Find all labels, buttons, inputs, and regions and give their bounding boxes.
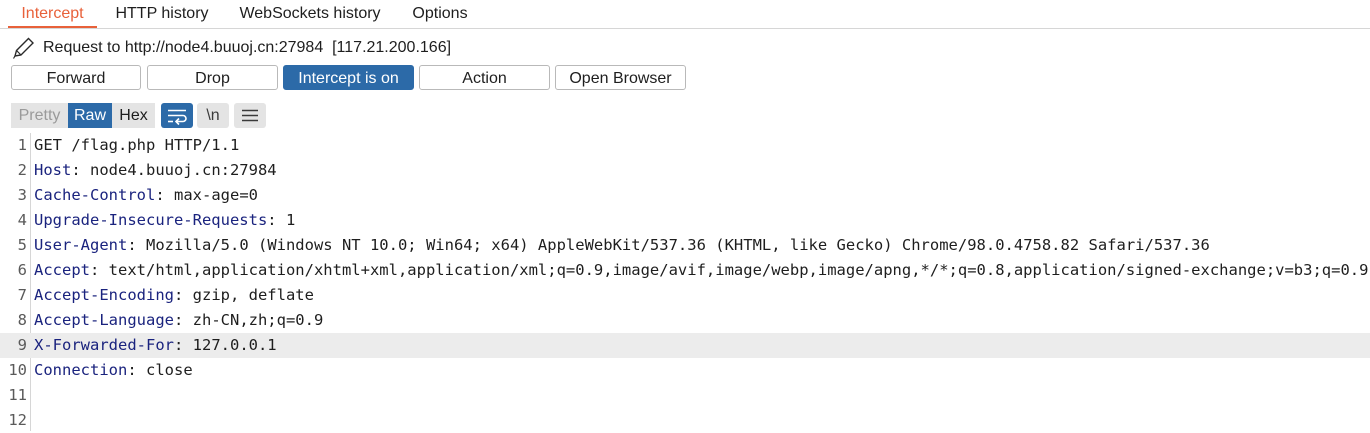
editor-line[interactable]: 3 Cache-Control: max-age=0 bbox=[0, 183, 1370, 208]
header-name: Accept-Encoding bbox=[34, 286, 174, 304]
header-value: GET /flag.php HTTP/1.1 bbox=[34, 136, 240, 154]
line-number: 2 bbox=[17, 161, 27, 179]
header-separator: : bbox=[127, 236, 146, 254]
tab-intercept[interactable]: Intercept bbox=[8, 0, 97, 28]
hamburger-menu-icon bbox=[242, 109, 258, 122]
line-content: X-Forwarded-For: 127.0.0.1 bbox=[34, 333, 277, 358]
header-value: node4.buuoj.cn:27984 bbox=[90, 161, 277, 179]
line-number: 9 bbox=[17, 336, 27, 354]
line-number: 1 bbox=[17, 136, 27, 154]
header-name: Accept bbox=[34, 261, 90, 279]
line-content: Accept: text/html,application/xhtml+xml,… bbox=[34, 258, 1368, 283]
header-separator: : bbox=[90, 261, 109, 279]
editor-line[interactable]: 1 GET /flag.php HTTP/1.1 bbox=[0, 133, 1370, 158]
line-content: Host: node4.buuoj.cn:27984 bbox=[34, 158, 277, 183]
line-number: 5 bbox=[17, 236, 27, 254]
show-newlines-button[interactable]: \n bbox=[197, 103, 229, 128]
intercept-toggle-button[interactable]: Intercept is on bbox=[283, 65, 414, 90]
pencil-icon bbox=[12, 37, 34, 59]
tab-http-history[interactable]: HTTP history bbox=[107, 0, 217, 27]
header-name: Host bbox=[34, 161, 72, 179]
editor-line[interactable]: 7 Accept-Encoding: gzip, deflate bbox=[0, 283, 1370, 308]
header-name: User-Agent bbox=[34, 236, 128, 254]
drop-button[interactable]: Drop bbox=[147, 65, 278, 90]
menu-button[interactable] bbox=[234, 103, 266, 128]
line-number: 12 bbox=[8, 411, 27, 429]
header-value: Mozilla/5.0 (Windows NT 10.0; Win64; x64… bbox=[146, 236, 1210, 254]
request-target-label: Request to http://node4.buuoj.cn:27984 [… bbox=[43, 39, 452, 56]
view-hex-button[interactable]: Hex bbox=[112, 103, 155, 128]
header-separator: : bbox=[173, 311, 193, 329]
editor-line[interactable]: 9 X-Forwarded-For: 127.0.0.1 bbox=[0, 333, 1370, 358]
line-number: 7 bbox=[17, 286, 27, 304]
editor-line[interactable]: 6 Accept: text/html,application/xhtml+xml… bbox=[0, 258, 1370, 283]
header-name: Connection bbox=[34, 361, 128, 379]
tool-tab-bar: Intercept HTTP history WebSockets histor… bbox=[0, 0, 1370, 29]
line-content: Upgrade-Insecure-Requests: 1 bbox=[34, 208, 295, 233]
header-separator: : bbox=[173, 336, 193, 354]
header-separator: : bbox=[127, 361, 146, 379]
open-browser-button[interactable]: Open Browser bbox=[555, 65, 686, 90]
header-name: Cache-Control bbox=[34, 186, 156, 204]
line-content: User-Agent: Mozilla/5.0 (Windows NT 10.0… bbox=[34, 233, 1210, 258]
header-value: 1 bbox=[285, 211, 296, 229]
header-name: Accept-Language bbox=[34, 311, 174, 329]
line-content: GET /flag.php HTTP/1.1 bbox=[34, 133, 239, 158]
view-raw-button[interactable]: Raw bbox=[68, 103, 112, 128]
editor-line[interactable]: 10 Connection: close bbox=[0, 358, 1370, 383]
header-value: close bbox=[146, 361, 193, 379]
view-pretty-button[interactable]: Pretty bbox=[11, 103, 68, 128]
tab-websockets-history[interactable]: WebSockets history bbox=[230, 0, 390, 27]
editor-line[interactable]: 4 Upgrade-Insecure-Requests: 1 bbox=[0, 208, 1370, 233]
line-number: 6 bbox=[17, 261, 27, 279]
line-content: Cache-Control: max-age=0 bbox=[34, 183, 258, 208]
editor-line[interactable]: 8 Accept-Language: zh-CN,zh;q=0.9 bbox=[0, 308, 1370, 333]
header-separator: : bbox=[71, 161, 90, 179]
line-number: 8 bbox=[17, 311, 27, 329]
wrap-lines-icon bbox=[168, 109, 187, 126]
header-value: gzip, deflate bbox=[192, 286, 314, 304]
forward-button[interactable]: Forward bbox=[11, 65, 141, 90]
line-number: 11 bbox=[8, 386, 27, 404]
line-number: 3 bbox=[17, 186, 27, 204]
line-content: Accept-Encoding: gzip, deflate bbox=[34, 283, 314, 308]
line-content: Accept-Language: zh-CN,zh;q=0.9 bbox=[34, 308, 323, 333]
line-number: 10 bbox=[8, 361, 27, 379]
header-value: text/html,application/xhtml+xml,applicat… bbox=[108, 261, 1369, 279]
action-button[interactable]: Action bbox=[419, 65, 550, 90]
newline-label: \n bbox=[206, 107, 220, 124]
tab-options[interactable]: Options bbox=[403, 0, 477, 27]
header-name: Upgrade-Insecure-Requests bbox=[34, 211, 268, 229]
line-number: 4 bbox=[17, 211, 27, 229]
editor-line[interactable]: 2 Host: node4.buuoj.cn:27984 bbox=[0, 158, 1370, 183]
editor-line[interactable]: 11 bbox=[0, 383, 1370, 408]
editor-line[interactable]: 12 bbox=[0, 408, 1370, 433]
header-separator: : bbox=[173, 286, 193, 304]
header-value: max-age=0 bbox=[174, 186, 258, 204]
header-value: 127.0.0.1 bbox=[192, 336, 277, 354]
editor-line[interactable]: 5 User-Agent: Mozilla/5.0 (Windows NT 10.… bbox=[0, 233, 1370, 258]
header-separator: : bbox=[155, 186, 174, 204]
header-separator: : bbox=[267, 211, 286, 229]
header-value: zh-CN,zh;q=0.9 bbox=[192, 311, 324, 329]
wrap-lines-button[interactable] bbox=[161, 103, 193, 128]
header-name: X-Forwarded-For bbox=[34, 336, 174, 354]
line-content: Connection: close bbox=[34, 358, 193, 383]
